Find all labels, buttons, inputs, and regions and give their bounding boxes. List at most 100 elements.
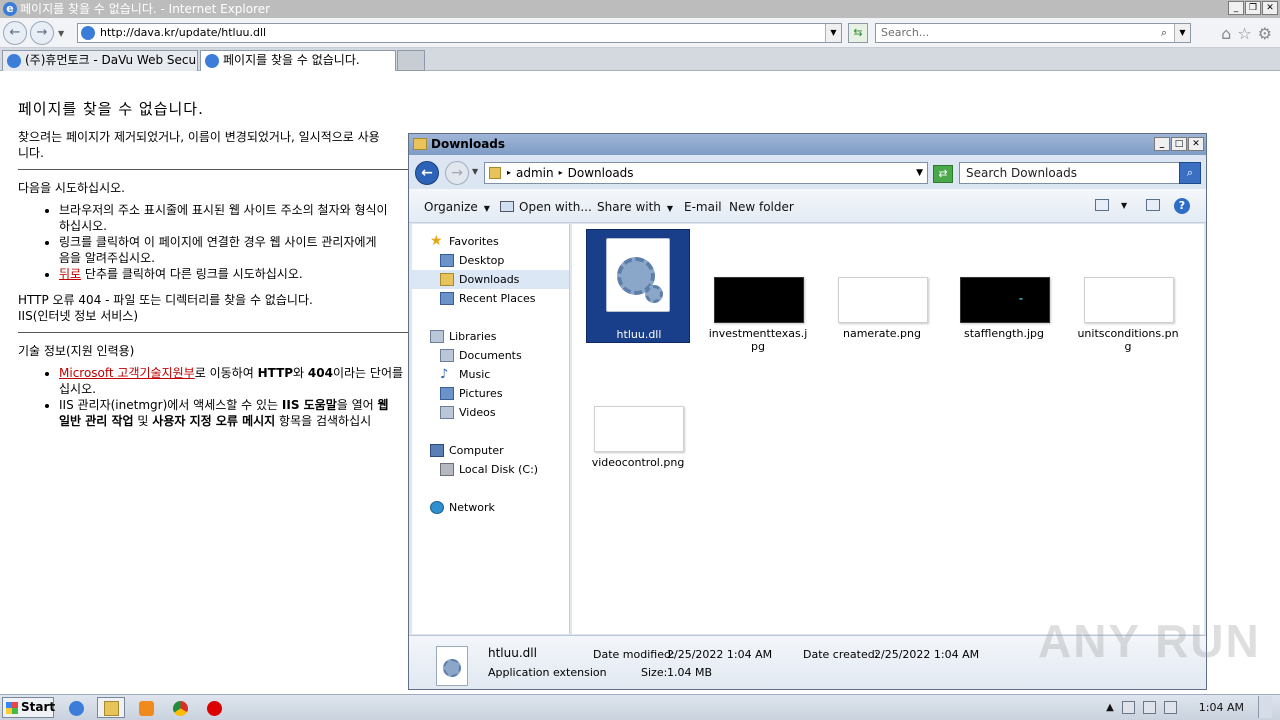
address-dropdown-icon[interactable]: ▼ [825,24,841,42]
explorer-forward-button[interactable]: → [445,161,469,185]
tab-label: 페이지를 찾을 수 없습니다. [223,53,360,67]
taskbar-media-player-button[interactable] [132,697,160,718]
try-item-1: 브라우저의 주소 표시줄에 표시된 웹 사이트 주소의 철자와 형식이하십시오. [59,202,408,234]
tab-humantalk[interactable]: (주)휴먼토크 - DaVu Web Secu... [2,50,198,71]
home-icon[interactable]: ⌂ [1221,24,1231,43]
taskbar-opera-button[interactable] [200,697,228,718]
back-link[interactable]: 뒤로 [59,267,81,281]
nav-downloads[interactable]: Downloads [412,270,569,289]
breadcrumb-admin[interactable]: admin [516,163,554,183]
explorer-close-button[interactable]: ✕ [1188,137,1204,151]
file-item-videocontrol[interactable]: videocontrol.png [586,404,690,474]
details-date-modified-label: Date modified: [593,648,675,661]
breadcrumb[interactable]: ▸ admin ▸ Downloads ▼ [484,162,928,184]
recent-places-icon [440,292,454,305]
network-icon [430,501,444,514]
open-with-button[interactable]: Open with... [500,200,592,214]
nav-desktop[interactable]: Desktop [439,251,504,270]
minimize-button[interactable]: _ [1228,1,1244,15]
file-item-htluu-dll[interactable]: htluu.dll [586,229,690,343]
search-icon[interactable]: ⌕ [1179,162,1201,184]
chevron-right-icon[interactable]: ▸ [507,163,511,183]
clock[interactable]: 1:04 AM [1199,701,1244,714]
view-dropdown-icon[interactable]: ▼ [1121,201,1127,210]
tools-gear-icon[interactable]: ⚙ [1258,24,1272,43]
new-folder-button[interactable]: New folder [729,200,794,214]
recent-pages-dropdown-icon[interactable]: ▼ [472,167,478,176]
ms-support-link[interactable]: Microsoft 고객기술지원부 [59,366,195,380]
details-date-created: 2/25/2022 1:04 AM [874,648,980,661]
taskbar-explorer-button[interactable] [97,697,125,718]
change-view-icon[interactable] [1095,199,1109,211]
help-icon[interactable]: ? [1174,198,1190,214]
tech-bold: 일반 관리 작업 [59,414,134,428]
new-tab-button[interactable] [397,50,425,71]
show-hidden-icons-icon[interactable]: ▲ [1106,702,1114,713]
search-box[interactable]: Search... ⌕ ▼ [875,23,1191,43]
breadcrumb-downloads[interactable]: Downloads [568,163,634,183]
preview-pane-icon[interactable] [1146,199,1160,211]
explorer-search-placeholder: Search Downloads [966,166,1077,180]
tab-page-not-found[interactable]: 페이지를 찾을 수 없습니다. [200,50,396,71]
close-button[interactable]: ✕ [1262,1,1278,15]
favorites-star-icon[interactable]: ☆ [1237,24,1251,43]
file-item-investmenttexas[interactable]: investmenttexas.jpg [706,229,810,359]
explorer-window: Downloads _ □ ✕ ← → ▼ ▸ admin ▸ Download… [408,133,1207,690]
restore-button[interactable]: ❐ [1245,1,1261,15]
search-dropdown-icon[interactable]: ▼ [1174,24,1190,42]
opera-icon [207,701,222,716]
back-button[interactable]: ← [3,21,27,45]
explorer-refresh-button[interactable]: ⇄ [933,165,953,183]
action-center-flag-icon[interactable] [1163,700,1177,714]
ie-navigation-bar: ← → ▼ http://dava.kr/update/htluu.dll ▼ … [0,18,1280,48]
forward-button[interactable]: → [30,21,54,45]
tech-heading: 기술 정보(지원 인력용) [18,344,135,358]
show-desktop-button[interactable] [1258,696,1272,718]
error-code-line: HTTP 오류 404 - 파일 또는 디렉터리를 찾을 수 없습니다. [18,293,313,307]
nav-recent-places[interactable]: Recent Places [439,289,536,308]
explorer-minimize-button[interactable]: _ [1154,137,1170,151]
explorer-search-box[interactable]: Search Downloads ⌕ [959,162,1201,184]
tab-label: (주)휴먼토크 - DaVu Web Secu... [25,53,198,67]
nav-local-disk[interactable]: Local Disk (C:) [439,460,538,479]
documents-icon [440,349,454,362]
libraries-icon [430,330,444,343]
organize-button[interactable]: Organize ▼ [424,200,490,214]
compatibility-refresh-button[interactable]: ⇆ [848,23,868,43]
intro-line-2: 니다. [18,146,44,160]
try-list: 브라우저의 주소 표시줄에 표시된 웹 사이트 주소의 철자와 형식이하십시오.… [59,202,408,282]
explorer-back-button[interactable]: ← [415,161,439,185]
nav-network[interactable]: Network [429,498,495,517]
network-tray-icon[interactable] [1142,700,1156,714]
nav-computer[interactable]: Computer [429,441,504,460]
email-button[interactable]: E-mail [684,200,722,214]
address-bar[interactable]: http://dava.kr/update/htluu.dll ▼ [77,23,842,43]
breadcrumb-dropdown-icon[interactable]: ▼ [916,163,923,183]
nav-pictures[interactable]: Pictures [439,384,503,403]
volume-icon[interactable] [1121,700,1135,714]
image-thumbnail [594,406,684,452]
image-thumbnail [1084,277,1174,323]
file-item-unitsconditions[interactable]: unitsconditions.png [1076,229,1180,353]
taskbar-chrome-button[interactable] [166,697,194,718]
nav-label: Recent Places [459,292,536,305]
explorer-title-bar[interactable]: Downloads _ □ ✕ [409,134,1206,155]
nav-libraries[interactable]: Libraries [429,327,497,346]
file-item-namerate[interactable]: namerate.png [830,229,934,343]
nav-music[interactable]: ♪ Music [439,365,490,384]
page-heading: 페이지를 찾을 수 없습니다. [18,100,204,118]
taskbar-ie-button[interactable] [62,697,90,718]
nav-favorites[interactable]: ★ Favorites [429,232,499,251]
file-name: videocontrol.png [591,456,685,469]
search-icon[interactable]: ⌕ [1156,24,1172,42]
share-with-button[interactable]: Share with ▼ [597,200,673,214]
file-item-stafflength[interactable]: ▬ stafflength.jpg [952,229,1056,343]
tech-list: Microsoft 고객기술지원부로 이동하여 HTTP와 404이라는 단어를… [59,365,408,429]
start-button[interactable]: Start [2,697,55,718]
nav-videos[interactable]: Videos [439,403,496,422]
image-thumbnail [714,277,804,323]
nav-documents[interactable]: Documents [439,346,522,365]
explorer-maximize-button[interactable]: □ [1171,137,1187,151]
chevron-right-icon[interactable]: ▸ [559,163,563,183]
history-dropdown-icon[interactable]: ▼ [58,29,64,38]
